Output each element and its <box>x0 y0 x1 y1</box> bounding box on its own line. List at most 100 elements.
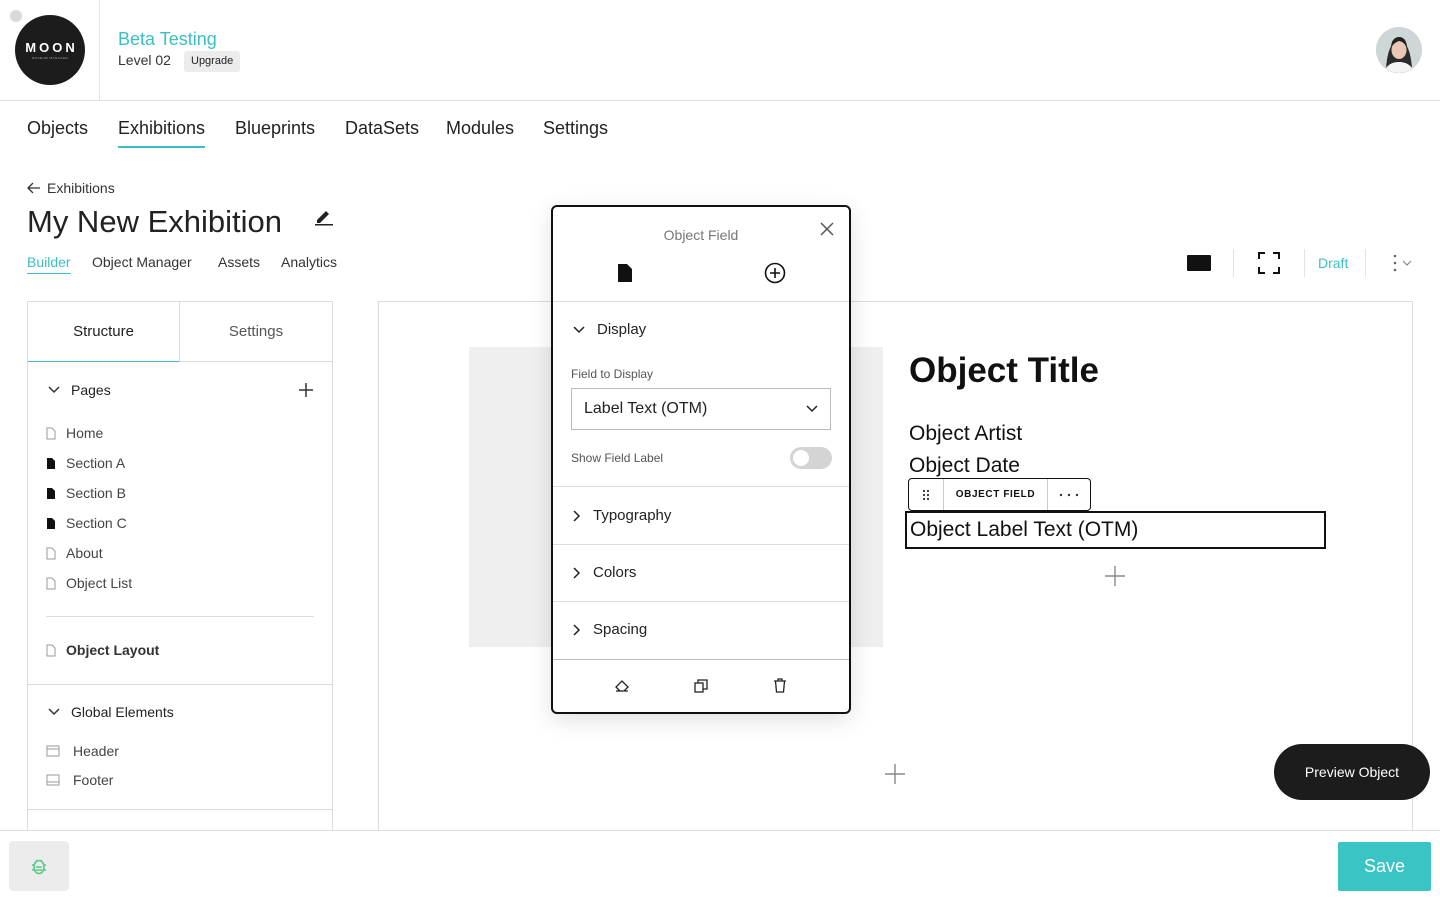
chevron-down-icon <box>573 325 585 333</box>
subtab-object-manager[interactable]: Object Manager <box>92 254 192 273</box>
toolbar-divider <box>1304 249 1305 277</box>
more-options-button[interactable] <box>1389 253 1413 273</box>
delete-button[interactable] <box>773 678 787 693</box>
close-icon <box>820 222 834 236</box>
add-element-button[interactable] <box>1104 565 1126 587</box>
divider <box>553 601 849 602</box>
add-tab[interactable] <box>764 262 786 284</box>
global-item-label: Footer <box>73 772 114 788</box>
drag-handle[interactable] <box>909 479 944 510</box>
fullscreen-icon <box>1258 252 1280 274</box>
field-more-button[interactable] <box>1048 479 1090 510</box>
clear-style-button[interactable] <box>615 679 630 693</box>
file-icon <box>618 264 632 282</box>
pages-section-header[interactable]: Pages <box>48 382 111 398</box>
chevron-right-icon <box>573 566 581 579</box>
subtab-assets[interactable]: Assets <box>218 254 260 273</box>
pages-heading: Pages <box>71 382 111 398</box>
page-item-object-layout[interactable]: Object Layout <box>46 642 159 658</box>
add-page-button[interactable] <box>298 382 314 398</box>
status-draft[interactable]: Draft <box>1318 255 1348 271</box>
report-bug-button[interactable] <box>9 841 69 891</box>
field-toolbar: OBJECT FIELD <box>908 478 1091 511</box>
field-to-display-select[interactable]: Label Text (OTM) <box>571 388 831 430</box>
toolbar-divider <box>1233 249 1234 277</box>
object-title-field[interactable]: Object Title <box>909 351 1099 391</box>
desktop-preview-icon[interactable] <box>1187 255 1211 271</box>
selected-object-field[interactable]: Object Label Text (OTM) <box>905 511 1326 549</box>
page-filled-icon <box>47 517 55 529</box>
object-artist-field[interactable]: Object Artist <box>909 422 1022 446</box>
page-item-home[interactable]: Home <box>46 425 103 441</box>
chevron-right-icon <box>573 509 581 522</box>
page-item-section-b[interactable]: Section B <box>46 485 126 501</box>
show-field-label-toggle[interactable] <box>790 447 832 469</box>
page-outline-icon <box>46 427 56 439</box>
builder-canvas: Object Title Object Artist Object Date O… <box>378 301 1413 861</box>
add-section-button[interactable] <box>884 763 906 785</box>
page-item-section-a[interactable]: Section A <box>46 455 125 471</box>
preview-object-button[interactable]: Preview Object <box>1274 744 1430 800</box>
panel-title: Object Field <box>663 227 739 243</box>
eraser-icon <box>615 679 630 692</box>
global-elements-header[interactable]: Global Elements <box>48 704 174 720</box>
user-avatar[interactable] <box>1376 27 1422 73</box>
copy-icon <box>694 678 708 693</box>
fullscreen-button[interactable] <box>1258 252 1280 274</box>
page-item-label: Object Layout <box>66 642 160 658</box>
page-title: My New Exhibition <box>27 204 282 239</box>
nav-objects[interactable]: Objects <box>27 118 88 148</box>
breadcrumb-label: Exhibitions <box>47 180 115 196</box>
app-header: MOON MUSEUM MANAGER Beta Testing Level 0… <box>0 0 1440 101</box>
upgrade-button[interactable]: Upgrade <box>184 51 241 72</box>
spacing-section-header[interactable]: Spacing <box>573 621 647 638</box>
nav-modules[interactable]: Modules <box>446 118 514 148</box>
nav-datasets[interactable]: DataSets <box>345 118 419 148</box>
spacing-heading: Spacing <box>593 621 648 638</box>
typography-section-header[interactable]: Typography <box>573 507 671 524</box>
subtab-analytics[interactable]: Analytics <box>281 254 337 273</box>
divider <box>28 809 332 810</box>
divider <box>553 544 849 545</box>
page-item-about[interactable]: About <box>46 545 103 561</box>
global-item-header[interactable]: Header <box>46 743 119 759</box>
toolbar-divider <box>1365 249 1366 277</box>
chevron-down-icon <box>48 708 60 716</box>
page-item-object-list[interactable]: Object List <box>46 575 132 591</box>
nav-settings[interactable]: Settings <box>543 118 608 148</box>
subtab-builder[interactable]: Builder <box>27 254 71 274</box>
global-item-footer[interactable]: Footer <box>46 772 113 788</box>
nav-blueprints[interactable]: Blueprints <box>235 118 315 148</box>
footer-layout-icon <box>46 774 60 786</box>
duplicate-button[interactable] <box>694 678 708 693</box>
plus-icon <box>885 764 905 784</box>
nav-exhibitions[interactable]: Exhibitions <box>118 118 206 148</box>
panel-footer <box>553 659 849 712</box>
display-section-header[interactable]: Display <box>573 321 646 338</box>
header-divider <box>99 0 100 100</box>
page-filled-icon <box>47 487 55 499</box>
plus-circle-icon <box>764 262 786 284</box>
divider <box>46 616 314 617</box>
display-heading: Display <box>597 321 647 338</box>
save-button[interactable]: Save <box>1338 842 1431 891</box>
colors-section-header[interactable]: Colors <box>573 564 636 581</box>
object-date-field[interactable]: Object Date <box>909 454 1020 478</box>
tab-structure[interactable]: Structure <box>28 302 180 362</box>
page-item-label: Section B <box>66 485 126 501</box>
avatar-icon <box>1376 27 1422 73</box>
typography-heading: Typography <box>593 507 672 524</box>
edit-title-button[interactable] <box>314 206 334 226</box>
more-horizontal-icon <box>1059 493 1079 496</box>
org-name[interactable]: Beta Testing <box>118 29 217 50</box>
close-panel-button[interactable] <box>819 221 835 237</box>
page-filled-icon <box>47 457 55 469</box>
page-item-section-c[interactable]: Section C <box>46 515 127 531</box>
plus-icon <box>299 383 313 397</box>
plus-icon <box>1105 566 1125 586</box>
content-tab[interactable] <box>617 263 633 283</box>
object-field-panel: Object Field Display Field to Display La… <box>551 205 851 714</box>
tab-settings[interactable]: Settings <box>180 302 332 362</box>
moon-logo[interactable]: MOON MUSEUM MANAGER <box>15 15 85 85</box>
breadcrumb-back[interactable]: Exhibitions <box>27 180 115 196</box>
